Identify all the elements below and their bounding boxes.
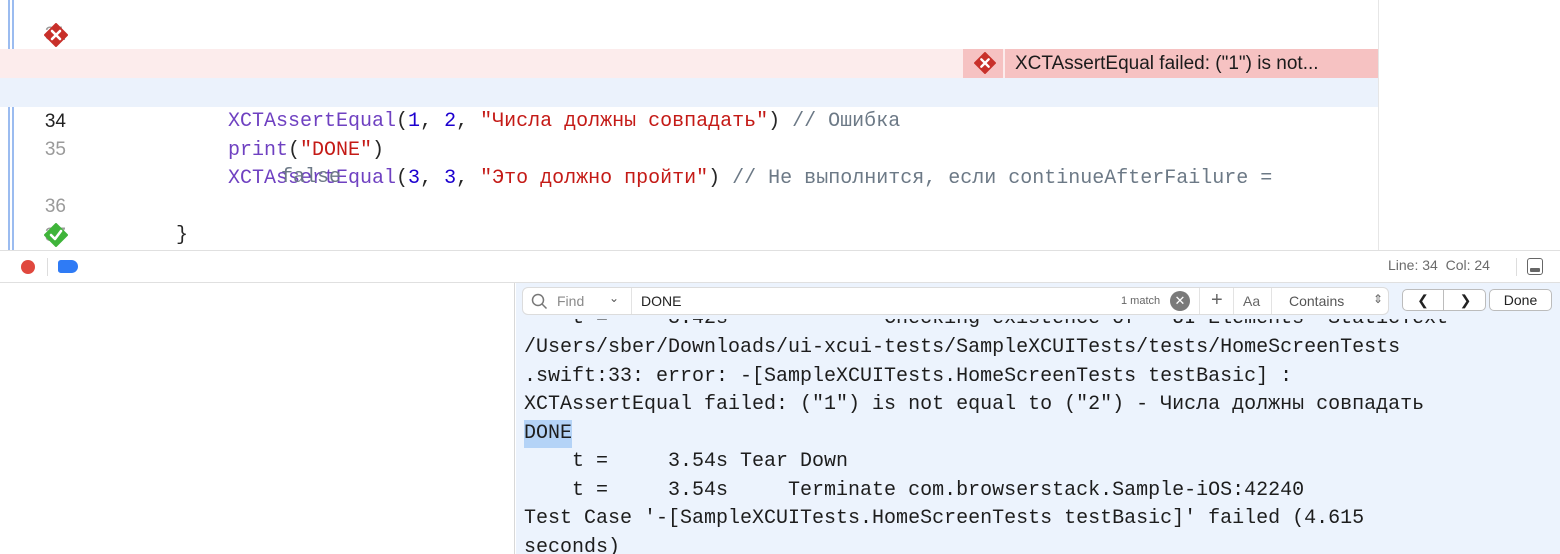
find-bar: Find ⌄ DONE 1 match ✕ + Aa Contains ⇕ ❮ … (516, 283, 1560, 319)
code-line-34[interactable]: 34 print("DONE") (0, 78, 1378, 162)
line-col-indicator: Line: 34 Col: 24 (1388, 257, 1490, 273)
code-line-35[interactable]: 35 XCTAssertEqual(3, 3, "Это должно прой… (0, 106, 1378, 190)
find-mode-label[interactable]: Find (557, 293, 584, 309)
console-line-match: DONE (524, 420, 573, 448)
error-annotation[interactable]: XCTAssertEqual failed: ("1") is not... (963, 49, 1378, 78)
error-icon (963, 49, 1005, 78)
error-message: XCTAssertEqual failed: ("1") is not... (1015, 53, 1319, 74)
code-editor[interactable]: 31 func testBasic() { 33 XCTAssertEqual(… (0, 0, 1560, 250)
toggle-panel-icon[interactable] (1527, 258, 1543, 275)
minimap[interactable] (1378, 0, 1560, 250)
previous-match-button[interactable]: ❮ (1403, 290, 1444, 310)
test-failed-icon[interactable] (44, 23, 68, 47)
find-input[interactable]: DONE (641, 293, 681, 309)
console-line: XCTAssertEqual failed: ("1") is not equa… (524, 393, 1425, 416)
code-line-37[interactable]: 37 (0, 192, 1378, 246)
console-line: t = 3.54s Terminate com.browserstack.Sam… (524, 479, 1305, 502)
clear-search-icon[interactable]: ✕ (1170, 291, 1190, 311)
search-icon (531, 293, 548, 310)
console-line: seconds) (524, 536, 621, 554)
match-type-select[interactable]: Contains (1289, 293, 1344, 309)
code-line-35-wrapped[interactable]: false (0, 134, 1378, 189)
updown-chevron-icon: ⇕ (1373, 292, 1384, 306)
case-sensitive-toggle[interactable]: Aa (1243, 293, 1260, 309)
console-output[interactable]: t = 3.42s Checking existence of `"UI Ele… (516, 283, 1560, 554)
console-line: /Users/sber/Downloads/ui-xcui-tests/Samp… (524, 336, 1401, 359)
code-line-36[interactable]: 36 } (0, 163, 1378, 247)
console-line: .swift:33: error: -[SampleXCUITests.Home… (524, 365, 1293, 388)
find-field[interactable]: Find ⌄ DONE 1 match ✕ + Aa Contains ⇕ (522, 287, 1389, 315)
find-done-button[interactable]: Done (1489, 289, 1552, 311)
divider (1516, 258, 1517, 276)
console-line: Test Case '-[SampleXCUITests.HomeScreenT… (524, 507, 1365, 530)
match-count: 1 match (1121, 295, 1161, 307)
breakpoint-toggle-icon[interactable] (21, 260, 35, 274)
test-passed-icon[interactable] (44, 223, 68, 247)
next-match-button[interactable]: ❯ (1445, 290, 1486, 310)
add-pattern-icon[interactable]: + (1211, 289, 1223, 312)
chevron-down-icon[interactable]: ⌄ (609, 291, 619, 305)
divider (47, 258, 48, 276)
find-navigation: ❮ ❯ (1402, 289, 1486, 311)
variables-view[interactable] (0, 283, 515, 554)
code-line-32[interactable]: func testBasic() { (0, 20, 1378, 104)
breakpoints-active-icon[interactable] (58, 260, 78, 273)
console-line: t = 3.54s Tear Down (524, 450, 849, 473)
code-line-38[interactable]: func testTextInputShouldDisplayCorrectly… (0, 220, 1378, 249)
debug-bar: Line: 34 Col: 24 (0, 250, 1560, 283)
code-line-31[interactable]: 31 (0, 0, 1378, 45)
code-line-33[interactable]: 33 XCTAssertEqual(1, 2, "Числа должны со… (0, 49, 1378, 133)
